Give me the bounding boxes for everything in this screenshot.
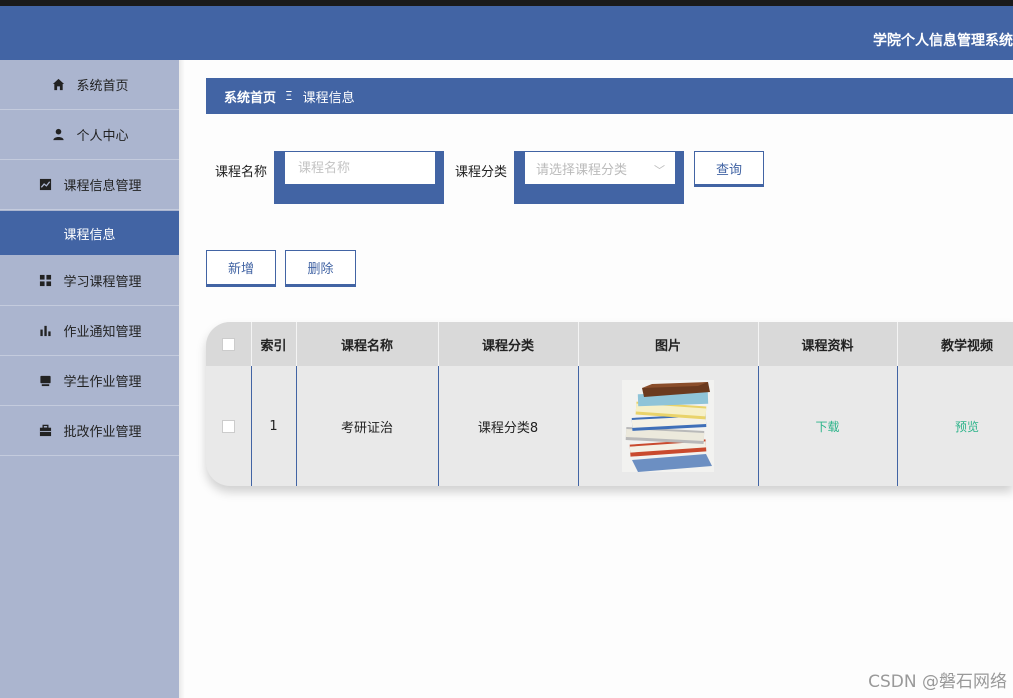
- select-all-checkbox-cell: [206, 322, 251, 366]
- sidebar-item-label: 学生作业管理: [63, 375, 142, 390]
- header-course-category[interactable]: 课程分类: [438, 322, 578, 366]
- row-checkbox[interactable]: [222, 419, 235, 433]
- header-course-name[interactable]: 课程名称: [296, 322, 438, 366]
- breadcrumb-current: 课程信息: [302, 90, 355, 106]
- course-category-placeholder: 请选择课程分类: [536, 162, 628, 178]
- sidebar: 系统首页 个人中心 课程信息管理 课程信息 学习课程管理 作业通知管理 学生作业…: [0, 60, 179, 698]
- briefcase-icon: [37, 423, 53, 439]
- sidebar-item-label: 学习课程管理: [63, 275, 142, 290]
- sidebar-item-course-info-management[interactable]: 课程信息管理: [0, 160, 179, 210]
- header-divider: [578, 322, 579, 366]
- download-link[interactable]: 下载: [815, 418, 839, 435]
- header-divider: [758, 322, 759, 366]
- preview-link[interactable]: 预览: [955, 418, 979, 435]
- top-header: 学院个人信息管理系统: [0, 6, 1013, 60]
- header-image: 图片: [654, 338, 681, 354]
- sidebar-item-label: 课程信息: [63, 227, 116, 243]
- tray-icon: [37, 373, 53, 389]
- cell-image: [578, 366, 758, 486]
- user-icon: [50, 127, 66, 143]
- header-divider: [897, 322, 898, 366]
- watermark: CSDN @磐石网络: [868, 672, 1007, 692]
- header-divider: [251, 322, 252, 366]
- sidebar-item-homework-notice-management[interactable]: 作业通知管理: [0, 306, 179, 356]
- app-title: 学院个人信息管理系统: [873, 33, 1013, 49]
- header-index: 索引: [260, 338, 287, 354]
- chart-line-icon: [37, 177, 53, 193]
- select-all-checkbox[interactable]: [222, 337, 235, 351]
- header-teaching-video: 教学视频: [940, 338, 993, 354]
- breadcrumb-separator: Ξ: [285, 89, 293, 103]
- row-checkbox-cell: [206, 366, 251, 486]
- add-button-label: 新增: [227, 262, 254, 277]
- course-image[interactable]: [622, 380, 714, 472]
- course-name-label: 课程名称: [215, 165, 268, 180]
- bar-chart-icon: [37, 323, 53, 339]
- delete-button[interactable]: 删除: [285, 250, 356, 285]
- chevron-down-icon: ﹀: [654, 164, 665, 177]
- course-name-input[interactable]: [296, 159, 435, 177]
- sidebar-item-label: 个人中心: [76, 129, 129, 144]
- course-category-select[interactable]: 请选择课程分类 ﹀: [524, 151, 676, 185]
- sidebar-item-study-course-management[interactable]: 学习课程管理: [0, 256, 179, 306]
- course-name-field-wrapper: [274, 151, 444, 204]
- header-divider: [296, 322, 297, 366]
- add-button[interactable]: 新增: [206, 250, 276, 285]
- sidebar-item-course-info[interactable]: 课程信息: [0, 211, 179, 255]
- cell-course-material: 下载: [758, 366, 897, 486]
- header-course-material: 课程资料: [801, 338, 854, 354]
- sidebar-item-student-homework-management[interactable]: 学生作业管理: [0, 356, 179, 406]
- breadcrumb: 系统首页 Ξ 课程信息: [206, 78, 1013, 114]
- course-table: 索引 课程名称 课程分类 图片 课程资料 教学视频 1 考研证治 课程分类8 下…: [206, 322, 1013, 486]
- sidebar-item-label: 课程信息管理: [63, 179, 142, 194]
- sidebar-item-label: 作业通知管理: [63, 325, 142, 340]
- cell-course-name: 考研证治: [340, 420, 393, 436]
- cell-teaching-video: 预览: [897, 366, 1013, 486]
- sidebar-item-home[interactable]: 系统首页: [0, 60, 179, 110]
- breadcrumb-home-link[interactable]: 系统首页: [224, 87, 276, 106]
- course-category-select-wrapper: 请选择课程分类 ﹀: [514, 151, 684, 204]
- grid-icon: [37, 273, 53, 289]
- query-button-label: 查询: [715, 162, 742, 178]
- home-icon: [50, 77, 66, 93]
- cell-course-category: 课程分类8: [477, 420, 539, 436]
- cell-index: 1: [269, 418, 278, 434]
- course-category-label: 课程分类: [455, 165, 508, 180]
- sidebar-item-personal-center[interactable]: 个人中心: [0, 110, 179, 160]
- query-button[interactable]: 查询: [694, 151, 764, 185]
- sidebar-item-label: 批改作业管理: [63, 425, 142, 440]
- sidebar-item-label: 系统首页: [76, 79, 129, 94]
- sidebar-item-grade-homework-management[interactable]: 批改作业管理: [0, 406, 179, 456]
- sidebar-shadow: [179, 60, 185, 698]
- course-name-field-box: [284, 151, 436, 185]
- delete-button-label: 删除: [307, 262, 334, 277]
- header-divider: [438, 322, 439, 366]
